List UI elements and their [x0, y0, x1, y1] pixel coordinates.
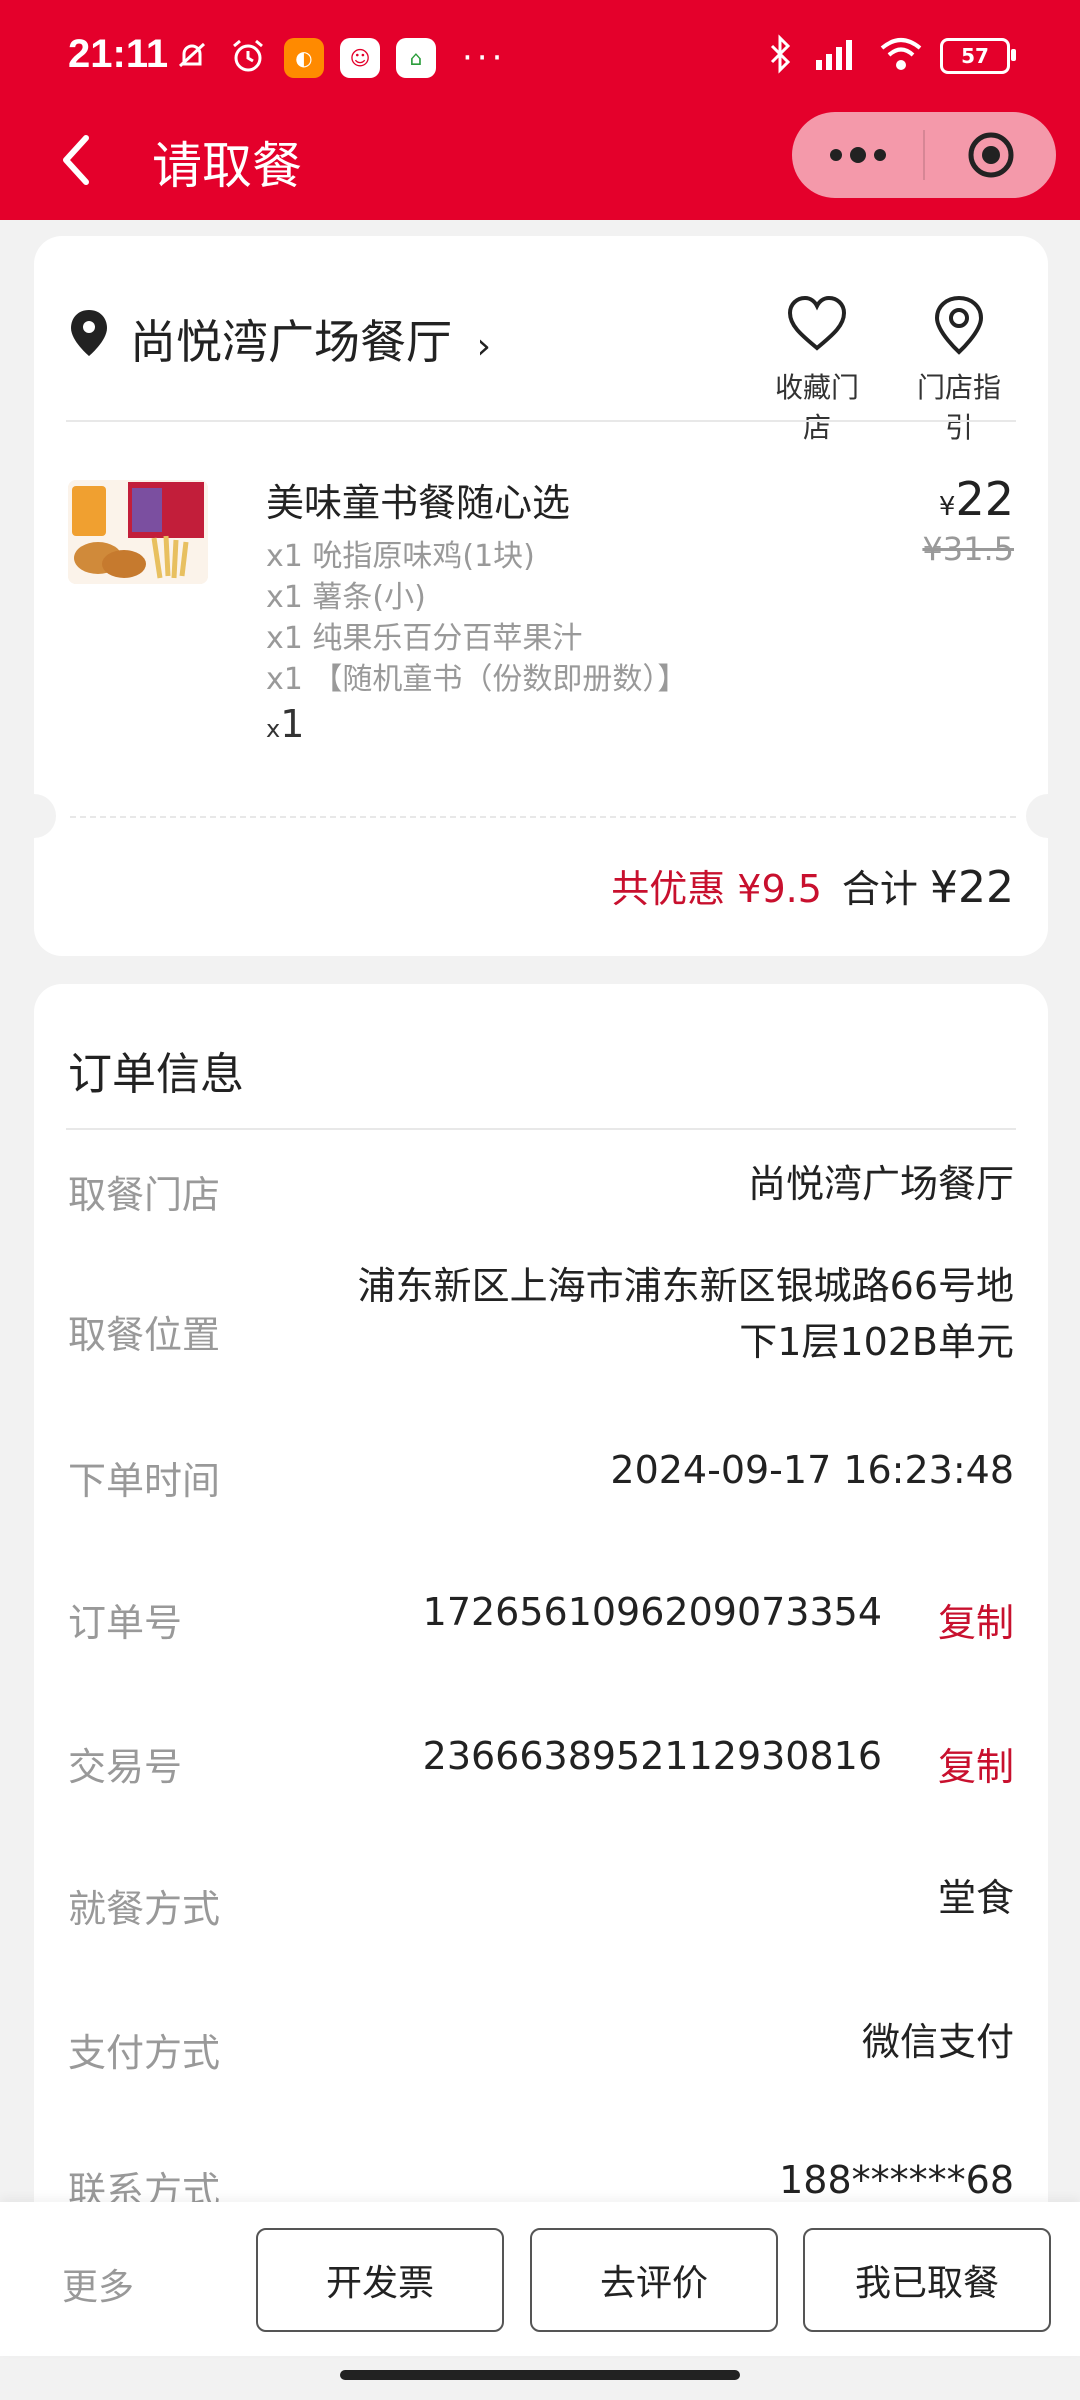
divider: [66, 420, 1016, 422]
product-item-line: x1 【随机童书（份数即册数）】: [266, 662, 688, 697]
info-row-transaction-number: 交易号 2366638952112930816 复制: [68, 1734, 1014, 1796]
status-right-icons: 57: [766, 34, 1016, 78]
target-close-icon: [968, 132, 1013, 178]
original-price: ¥31.5: [922, 530, 1014, 568]
info-row-payment-method: 支付方式 微信支付: [68, 2020, 1014, 2082]
chevron-right-icon: ›: [476, 326, 492, 367]
info-label: 下单时间: [68, 1459, 221, 1503]
info-label: 取餐位置: [68, 1313, 221, 1357]
favorite-store-label: 收藏门店: [774, 371, 859, 444]
info-value: 1726561096209073354: [422, 1590, 882, 1634]
product-item-line: x1 薯条(小): [266, 580, 426, 615]
picked-up-button[interactable]: 我已取餐: [803, 2228, 1051, 2332]
more-button[interactable]: 更多: [62, 2258, 134, 2310]
invoice-button[interactable]: 开发票: [256, 2228, 504, 2332]
header: 21:11 ◐ ☺ ⌂ ··· 57 请取餐: [0, 0, 1080, 220]
store-name-link[interactable]: 尚悦湾广场餐厅 ›: [130, 306, 491, 372]
info-value: 堂食: [937, 1876, 1014, 1920]
bluetooth-icon: [766, 34, 796, 78]
order-summary-card: 尚悦湾广场餐厅 › 收藏门店 门店指引 美味童书餐随心选 x1 吮指原味鸡(1块…: [12, 236, 1070, 956]
signal-icon: [812, 34, 862, 78]
info-label: 取餐门店: [68, 1173, 221, 1217]
info-value: 2366638952112930816: [422, 1734, 882, 1778]
status-bar: 21:11 ◐ ☺ ⌂ ··· 57: [0, 0, 1080, 118]
mute-bell-icon: [172, 36, 212, 80]
product-name: 美味童书餐随心选: [266, 481, 571, 525]
info-value: 微信支付: [861, 2020, 1014, 2064]
app-notification-icon: ⌂: [396, 38, 436, 78]
status-left-icons: ◐ ☺ ⌂ ···: [172, 36, 506, 80]
close-miniprogram-button[interactable]: [925, 112, 1056, 198]
info-row-order-number: 订单号 1726561096209073354 复制: [68, 1590, 1014, 1652]
info-row-order-time: 下单时间 2024-09-17 16:23:48: [68, 1448, 1014, 1510]
review-button[interactable]: 去评价: [530, 2228, 778, 2332]
home-indicator[interactable]: [340, 2370, 740, 2380]
info-row-store: 取餐门店 尚悦湾广场餐厅: [68, 1162, 1014, 1224]
info-label: 交易号: [68, 1745, 183, 1789]
info-row-dining-mode: 就餐方式 堂食: [68, 1876, 1014, 1938]
map-pin-icon: [904, 294, 1014, 366]
favorite-store-button[interactable]: 收藏门店: [762, 294, 872, 446]
info-label: 订单号: [68, 1601, 183, 1645]
status-time: 21:11: [68, 32, 169, 76]
location-line-1: 浦东新区上海市浦东新区银城路66号地: [357, 1264, 1014, 1308]
product-image: [68, 480, 208, 584]
more-dots-icon: [829, 147, 886, 163]
product-item-line: x1 纯果乐百分百苹果汁: [266, 621, 583, 656]
chevron-left-icon: [63, 135, 89, 185]
back-button[interactable]: [56, 130, 106, 190]
more-notifications-icon: ···: [462, 38, 507, 78]
info-value: 2024-09-17 16:23:48: [610, 1448, 1014, 1492]
miniprogram-capsule: [792, 112, 1056, 198]
battery-icon: 57: [940, 38, 1016, 74]
product-item-line: x1 吮指原味鸡(1块): [266, 539, 535, 574]
alarm-icon: [228, 36, 268, 80]
order-info-title: 订单信息: [68, 1049, 244, 1100]
location-line-2: 下1层102B单元: [739, 1320, 1014, 1364]
info-label: 就餐方式: [68, 1887, 221, 1931]
order-info-card: 订单信息 取餐门店 尚悦湾广场餐厅 取餐位置 浦东新区上海市浦东新区银城路66号…: [34, 984, 1048, 2244]
product-quantity: x1: [266, 702, 304, 746]
order-totals: 共优惠 ¥9.5 合计 ¥22: [611, 858, 1014, 913]
bottom-action-bar: 更多 开发票 去评价 我已取餐: [0, 2202, 1080, 2356]
copy-transaction-number-button[interactable]: 复制: [938, 1736, 1014, 1791]
info-value: 尚悦湾广场餐厅: [747, 1162, 1014, 1206]
dashed-divider: [70, 816, 1016, 818]
store-name: 尚悦湾广场餐厅: [130, 315, 452, 369]
quantity-value: 1: [280, 702, 305, 746]
info-value: 188******68: [779, 2158, 1014, 2202]
total-amount: ¥22: [930, 862, 1014, 913]
product-price: ¥22 ¥31.5: [922, 472, 1014, 568]
info-label: 支付方式: [68, 2031, 221, 2075]
divider: [66, 1128, 1016, 1130]
store-directions-label: 门店指引: [916, 371, 1001, 444]
product-item: 美味童书餐随心选 x1 吮指原味鸡(1块) x1 薯条(小) x1 纯果乐百分百…: [68, 472, 1014, 772]
app-notification-icon: ◐: [284, 38, 324, 78]
grand-total: 合计 ¥22: [842, 858, 1014, 913]
total-label: 合计: [841, 867, 918, 911]
store-directions-button[interactable]: 门店指引: [904, 294, 1014, 446]
price-value: 22: [955, 472, 1014, 526]
navigation-bar: 请取餐: [0, 112, 1080, 212]
wifi-icon: [878, 34, 924, 78]
more-menu-button[interactable]: [792, 112, 923, 198]
copy-order-number-button[interactable]: 复制: [938, 1592, 1014, 1647]
discount-total: 共优惠 ¥9.5: [611, 867, 822, 911]
store-row: 尚悦湾广场餐厅 › 收藏门店 门店指引: [68, 295, 1014, 444]
info-value: 浦东新区上海市浦东新区银城路66号地 下1层102B单元: [358, 1258, 1014, 1370]
currency-symbol: ¥: [938, 492, 956, 522]
product-items-list: x1 吮指原味鸡(1块) x1 薯条(小) x1 纯果乐百分百苹果汁 x1 【随…: [266, 536, 687, 700]
info-row-location: 取餐位置 浦东新区上海市浦东新区银城路66号地 下1层102B单元: [68, 1258, 1014, 1368]
current-price: ¥22: [922, 472, 1014, 526]
heart-icon: [762, 294, 872, 366]
location-pin-icon: [68, 308, 110, 362]
quantity-prefix: x: [266, 715, 281, 743]
app-notification-icon: ☺: [340, 38, 380, 78]
card-notch-right: [1026, 794, 1070, 838]
page-title: 请取餐: [152, 137, 302, 195]
card-notch-left: [12, 794, 56, 838]
store-actions: 收藏门店 门店指引: [762, 294, 1014, 446]
